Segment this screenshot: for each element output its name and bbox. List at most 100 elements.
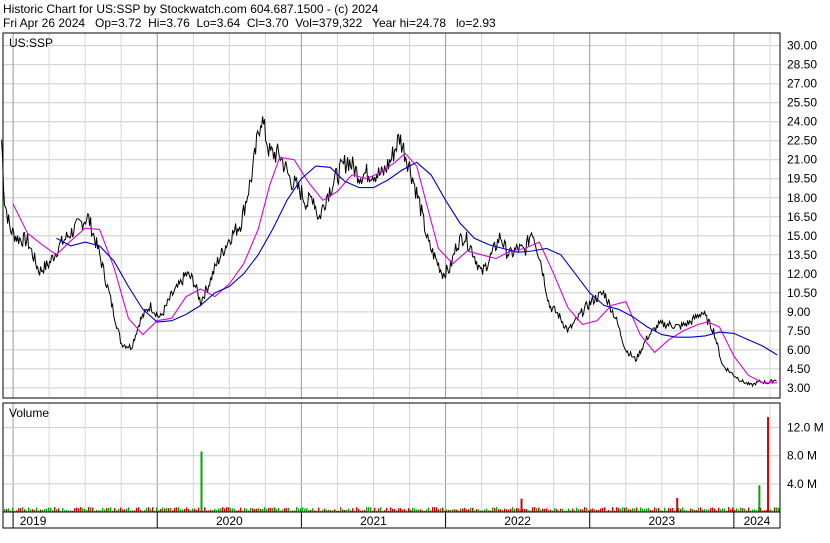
volume-bar — [270, 507, 272, 512]
volume-bar — [658, 507, 660, 512]
price-tick-label: 18.00 — [787, 191, 817, 205]
volume-bar — [8, 508, 10, 512]
volume-bar — [368, 507, 370, 512]
volume-bar — [138, 507, 140, 512]
price-tick-label: 28.50 — [787, 58, 817, 72]
volume-bar — [622, 507, 624, 512]
volume-bar — [378, 508, 380, 512]
volume-bar — [12, 507, 14, 512]
volume-bar — [228, 507, 230, 512]
volume-bar — [88, 507, 90, 512]
volume-bar — [586, 507, 588, 512]
price-tick-label: 30.00 — [787, 39, 817, 53]
price-tick-label: 22.50 — [787, 134, 817, 148]
volume-bar — [728, 507, 730, 512]
volume-bar — [28, 507, 30, 512]
volume-bar — [664, 507, 666, 512]
volume-bar — [682, 507, 684, 512]
volume-bar — [198, 507, 200, 512]
volume-bar — [286, 508, 288, 512]
volume-bar — [166, 507, 168, 512]
volume-bar — [178, 507, 180, 512]
volume-bar — [626, 507, 628, 512]
volume-bar — [736, 508, 738, 512]
volume-bar — [374, 507, 376, 512]
volume-bar — [414, 508, 416, 512]
price-panel-title: US:SSP — [9, 36, 53, 50]
year-label: 2024 — [744, 514, 771, 528]
volume-bar — [460, 508, 462, 512]
volume-bar — [654, 507, 656, 512]
volume-bar — [636, 507, 638, 512]
volume-bar — [744, 508, 746, 512]
price-line — [1, 116, 777, 388]
volume-bar — [220, 508, 222, 512]
volume-bar — [80, 507, 82, 512]
volume-bar — [76, 507, 78, 512]
volume-bar — [106, 508, 108, 512]
volume-bar — [512, 507, 514, 512]
volume-bar — [742, 508, 744, 512]
volume-bar — [618, 507, 620, 512]
volume-bar — [50, 507, 52, 512]
volume-bar — [740, 507, 742, 512]
volume-bar — [546, 508, 548, 512]
volume-bar — [576, 507, 578, 512]
volume-bar — [170, 507, 172, 512]
volume-bar — [390, 507, 392, 512]
volume-bar — [536, 508, 538, 512]
volume-bar — [670, 508, 672, 512]
price-tick-label: 12.00 — [787, 267, 817, 281]
volume-bar — [318, 507, 320, 512]
volume-bar — [258, 508, 260, 512]
volume-bar — [436, 507, 438, 512]
price-tick-label: 16.50 — [787, 210, 817, 224]
price-tick-label: 9.00 — [787, 305, 811, 319]
volume-bar — [470, 507, 472, 512]
volume-bar — [612, 507, 614, 512]
volume-bar — [232, 508, 234, 512]
volume-bar — [58, 508, 60, 512]
volume-bar — [74, 508, 76, 512]
price-lines — [1, 116, 778, 388]
volume-bar — [442, 507, 444, 512]
volume-bar — [616, 507, 618, 512]
volume-bar — [200, 451, 203, 512]
volume-bar — [554, 508, 556, 512]
stock-chart: 30.00 28.50 27.00 25.50 24.00 22.50 21.00 19.50… — [1, 32, 824, 529]
year-label: 2023 — [648, 514, 675, 528]
volume-bar — [278, 507, 280, 512]
volume-bar — [494, 507, 496, 512]
volume-bar — [356, 507, 358, 512]
volume-bar — [386, 507, 388, 512]
volume-bar — [192, 508, 194, 512]
volume-bar — [516, 507, 518, 512]
volume-bar — [434, 507, 436, 512]
volume-bar — [78, 508, 80, 512]
volume-bar — [92, 507, 94, 512]
volume-bar — [656, 508, 658, 512]
volume-bar — [152, 507, 154, 512]
volume-bar — [778, 508, 780, 512]
volume-bar — [164, 508, 166, 512]
volume-bar — [312, 508, 314, 512]
price-tick-label: 6.00 — [787, 343, 811, 357]
price-panel-frame — [2, 32, 781, 399]
volume-bar — [244, 507, 246, 512]
volume-bar — [230, 508, 232, 512]
volume-bar — [604, 507, 606, 512]
price-tick-label: 10.50 — [787, 286, 817, 300]
volume-bar — [398, 508, 400, 512]
volume-bar — [114, 508, 116, 512]
year-label: 2022 — [504, 514, 531, 528]
price-tick-label: 24.00 — [787, 115, 817, 129]
volume-bar — [648, 507, 650, 512]
volume-tick-label: 8.0 M — [787, 449, 817, 463]
volume-bar — [440, 508, 442, 512]
volume-bar — [400, 508, 402, 512]
volume-bar — [366, 507, 368, 512]
volume-bar — [532, 507, 534, 512]
volume-bar — [296, 507, 298, 512]
volume-bar — [108, 507, 110, 512]
volume-bar — [700, 507, 702, 512]
